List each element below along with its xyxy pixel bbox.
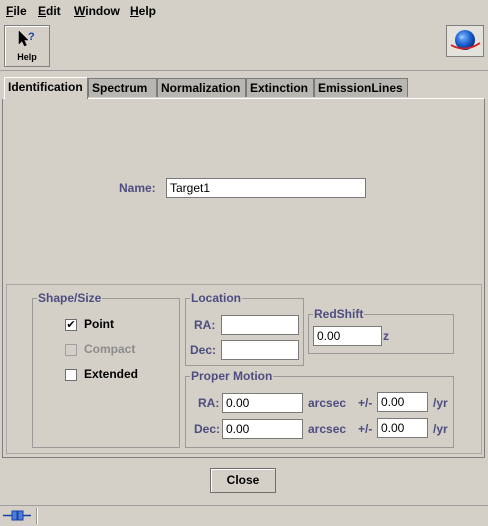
globe-icon xyxy=(450,30,481,50)
tab-extinction[interactable]: Extinction xyxy=(246,78,314,97)
redshift-field[interactable]: 0.00 xyxy=(313,326,382,346)
tab-normalization[interactable]: Normalization xyxy=(157,78,246,97)
point-checkbox[interactable]: ✔ xyxy=(65,319,77,331)
menu-help[interactable]: Help xyxy=(130,4,156,18)
pm-ra-error-field[interactable]: 0.00 xyxy=(377,392,428,412)
pm-ra-field[interactable]: 0.00 xyxy=(222,393,303,413)
pm-dec-label: Dec: xyxy=(194,422,221,436)
name-field[interactable]: Target1 xyxy=(166,178,366,198)
point-label: Point xyxy=(84,317,114,331)
tab-strip: Identification Spectrum Normalization Ex… xyxy=(2,77,486,99)
location-ra-field[interactable] xyxy=(221,315,299,335)
pm-ra-rate: /yr xyxy=(433,396,448,410)
redshift-group: RedShift 0.00 z xyxy=(308,307,454,354)
location-dec-label: Dec: xyxy=(190,343,217,357)
menu-edit[interactable]: Edit xyxy=(38,4,61,18)
proper-motion-group: Proper Motion RA: 0.00 arcsec +/- 0.00 /… xyxy=(185,369,454,448)
status-separator xyxy=(36,508,38,524)
pm-ra-label: RA: xyxy=(198,396,220,410)
globe-button[interactable] xyxy=(446,25,484,57)
pm-dec-error-field[interactable]: 0.00 xyxy=(377,418,428,438)
location-title: Location xyxy=(190,291,242,305)
pm-ra-plusminus: +/- xyxy=(358,396,373,410)
pm-ra-unit: arcsec xyxy=(308,396,347,410)
pm-dec-plusminus: +/- xyxy=(358,422,373,436)
menu-file[interactable]: File xyxy=(6,4,27,18)
tab-identification[interactable]: Identification xyxy=(4,77,88,99)
connection-icon xyxy=(3,510,31,521)
extended-checkbox[interactable] xyxy=(65,369,77,381)
proper-motion-title: Proper Motion xyxy=(190,369,274,383)
shape-size-group: Shape/Size ✔ Point Compact Extended xyxy=(32,291,180,448)
name-label: Name: xyxy=(119,181,156,195)
shape-size-title: Shape/Size xyxy=(37,291,103,305)
compact-checkbox[interactable] xyxy=(65,344,77,356)
identification-panel: Name: Target1 Shape/Size ✔ Point Compact… xyxy=(2,98,485,458)
status-bar xyxy=(0,505,488,526)
menu-window[interactable]: Window xyxy=(74,4,120,18)
help-cursor-icon: ? xyxy=(18,30,35,47)
toolbar: ? Help xyxy=(0,22,488,71)
pm-dec-unit: arcsec xyxy=(308,422,347,436)
pm-dec-rate: /yr xyxy=(433,422,448,436)
help-button-label: Help xyxy=(17,52,37,62)
redshift-title: RedShift xyxy=(313,307,365,321)
pm-dec-field[interactable]: 0.00 xyxy=(222,419,303,439)
menu-bar: File Edit Window Help xyxy=(0,0,488,22)
tab-spectrum[interactable]: Spectrum xyxy=(88,78,157,97)
help-button[interactable]: ? Help xyxy=(4,25,50,67)
location-ra-label: RA: xyxy=(194,318,216,332)
location-dec-field[interactable] xyxy=(221,340,299,360)
location-group: Location RA: Dec: xyxy=(185,291,304,366)
tab-emissionlines[interactable]: EmissionLines xyxy=(314,78,408,97)
redshift-unit: z xyxy=(383,329,389,343)
compact-label: Compact xyxy=(84,342,136,356)
svg-text:?: ? xyxy=(28,31,35,43)
close-button[interactable]: Close xyxy=(210,468,276,493)
extended-label: Extended xyxy=(84,367,139,381)
